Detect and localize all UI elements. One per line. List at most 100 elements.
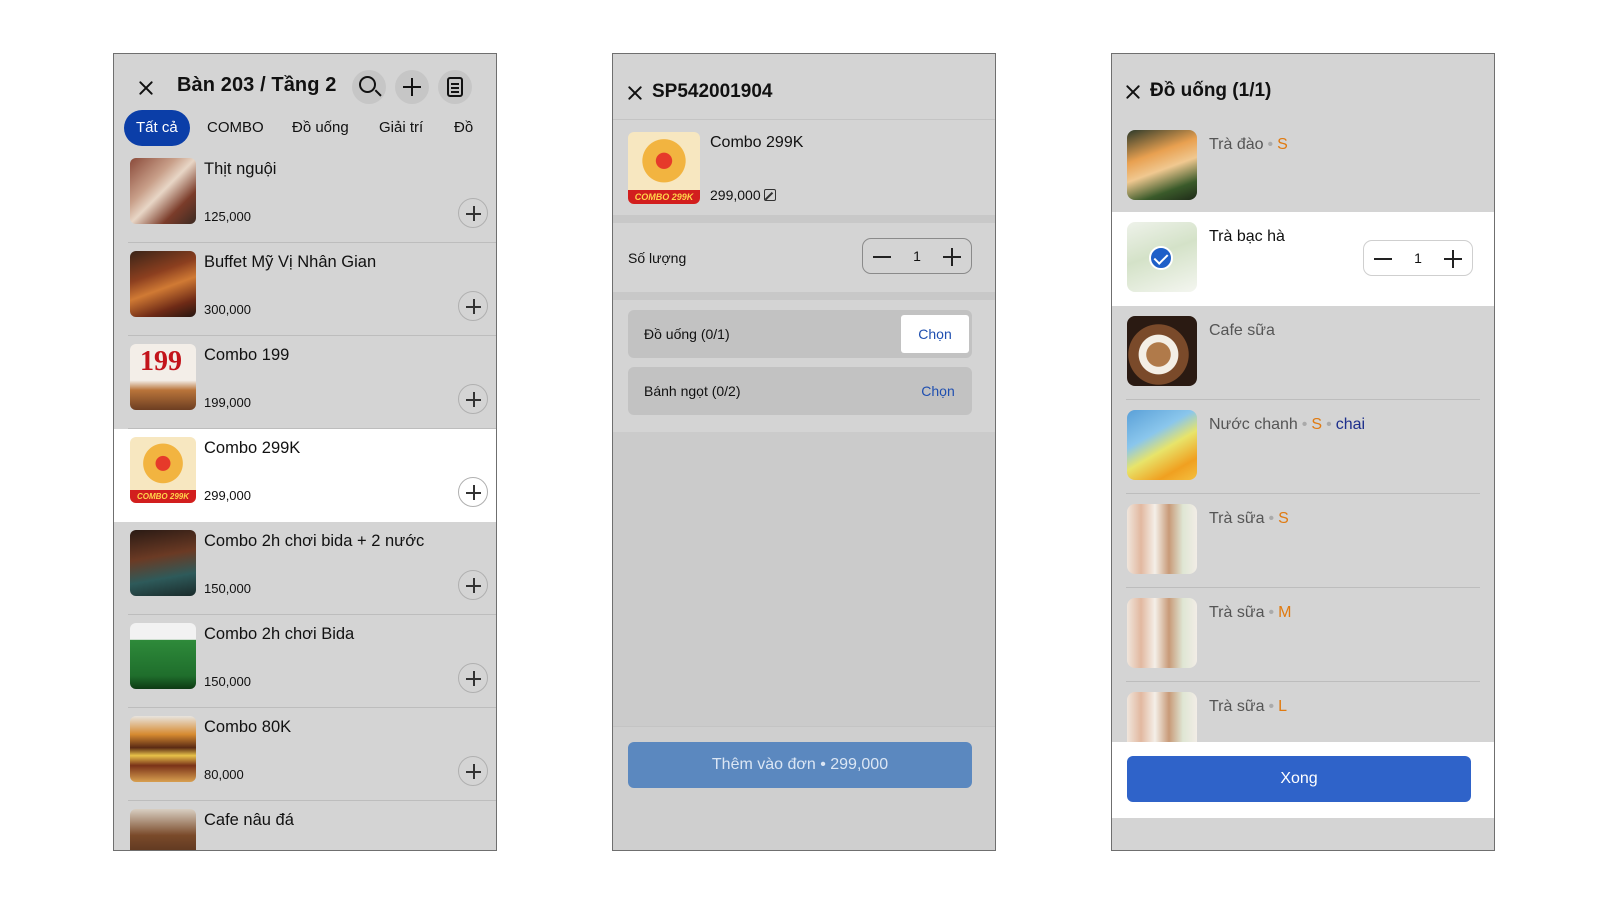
drink-label: Nước chanh • S • chai (1209, 416, 1366, 433)
product-price: 125,000 (204, 209, 251, 224)
product-image (130, 716, 196, 782)
product-price: 199,000 (204, 395, 251, 410)
footer: Xong (1112, 742, 1494, 818)
product-price: 150,000 (204, 581, 251, 596)
product-image: 199 (130, 344, 196, 410)
drink-label: Trà đào • S (1209, 136, 1288, 153)
product-list-screen: Bàn 203 / Tầng 2 Tất cả COMBO Đồ uống Gi… (113, 53, 497, 851)
product-name: Combo 80K (204, 718, 292, 736)
list-item[interactable]: Trà sữa • M (1112, 588, 1494, 682)
product-name: Combo 2h chơi bida + 2 nước (204, 532, 425, 550)
list-item[interactable]: Combo 2h chơi Bida 150,000 (114, 615, 496, 708)
list-item[interactable]: Trà đào • S (1112, 120, 1494, 214)
option-group-pastries: Bánh ngọt (0/2) Chọn (628, 367, 972, 415)
choose-button[interactable]: Chọn (904, 367, 972, 415)
list-item[interactable]: Cafe nâu đá (114, 801, 496, 850)
drink-label: Trà sữa • M (1209, 604, 1292, 621)
option-group-drinks: Đồ uống (0/1) Chọn (628, 310, 972, 358)
add-item-button[interactable] (458, 291, 488, 321)
add-item-button[interactable] (458, 477, 488, 507)
list-item[interactable]: Cafe sữa (1112, 306, 1494, 400)
list-item[interactable]: Nước chanh • S • chai (1112, 400, 1494, 494)
list-item[interactable]: Buffet Mỹ Vị Nhân Gian 300,000 (114, 243, 496, 336)
product-name: Combo 299K (204, 439, 301, 457)
product-price: 80,000 (204, 767, 244, 782)
list-item-selected[interactable]: Trà bạc hà 1 (1112, 212, 1494, 306)
close-icon[interactable] (627, 85, 643, 101)
drink-name: Trà đào (1209, 136, 1264, 153)
quantity-stepper: 1 (1363, 240, 1473, 276)
screen-header: SP542001904 (613, 54, 995, 120)
thumb-badge: COMBO 299K (130, 490, 196, 503)
close-icon[interactable] (138, 80, 154, 96)
tab-drinks[interactable]: Đồ uống (292, 110, 349, 146)
product-summary: COMBO 299K Combo 299K 299,000 (613, 121, 995, 215)
add-item-button[interactable] (458, 384, 488, 414)
checkmark-icon (1149, 246, 1173, 270)
product-name: Combo 2h chơi Bida (204, 625, 355, 643)
drink-name: Trà sữa (1209, 698, 1265, 715)
drink-size: S (1277, 136, 1288, 153)
add-to-order-button[interactable]: Thêm vào đơn • 299,000 (628, 742, 972, 788)
quantity-row: Số lượng 1 (613, 222, 995, 292)
list-item[interactable]: Trà sữa • S (1112, 494, 1494, 588)
add-item-button[interactable] (458, 663, 488, 693)
drink-image (1127, 130, 1197, 200)
tab-entertainment[interactable]: Giải trí (379, 110, 423, 146)
product-price: 299,000 (710, 187, 776, 203)
screen-header: Bàn 203 / Tầng 2 (114, 54, 496, 118)
list-item-selected[interactable]: COMBO 299K Combo 299K 299,000 (114, 429, 496, 522)
receipt-icon (447, 77, 463, 97)
option-group-label: Đồ uống (0/1) (644, 326, 730, 342)
drink-size: S (1311, 416, 1323, 433)
edit-icon[interactable] (763, 189, 776, 201)
list-item[interactable]: Thịt nguội 125,000 (114, 150, 496, 243)
list-item[interactable]: Combo 2h chơi bida + 2 nước 150,000 (114, 522, 496, 615)
category-tabs: Tất cả COMBO Đồ uống Giải trí Đồ (114, 110, 496, 148)
close-icon[interactable] (1125, 84, 1141, 100)
product-image (130, 251, 196, 317)
screen-header: Đồ uống (1/1) (1112, 54, 1494, 120)
product-price: 150,000 (204, 674, 251, 689)
thumb-badge: COMBO 299K (628, 190, 700, 204)
divider (613, 292, 995, 300)
page-title: Đồ uống (1/1) (1150, 80, 1272, 101)
quantity-stepper: 1 (862, 238, 972, 274)
tab-all[interactable]: Tất cả (124, 110, 190, 146)
product-name: Combo 299K (710, 134, 804, 151)
empty-area (613, 432, 995, 726)
page-title: SP542001904 (652, 81, 773, 102)
quantity-label: Số lượng (628, 250, 687, 266)
drink-label: Trà sữa • S (1209, 510, 1289, 527)
product-name: Cafe nâu đá (204, 811, 294, 829)
done-button[interactable]: Xong (1127, 756, 1471, 802)
add-item-button[interactable] (458, 756, 488, 786)
search-icon (359, 76, 376, 93)
product-image: COMBO 299K (628, 132, 700, 204)
order-button[interactable] (438, 70, 472, 104)
product-price: 300,000 (204, 302, 251, 317)
drink-unit: chai (1335, 416, 1366, 433)
list-item[interactable]: Combo 80K 80,000 (114, 708, 496, 801)
tab-more[interactable]: Đồ (454, 110, 473, 146)
list-item[interactable]: 199 Combo 199 199,000 (114, 336, 496, 429)
drink-size: L (1278, 698, 1287, 715)
product-image (130, 809, 196, 850)
tab-combo[interactable]: COMBO (207, 110, 264, 146)
drink-name: Trà bạc hà (1209, 228, 1285, 245)
choose-button[interactable]: Chọn (901, 315, 969, 353)
add-item-button[interactable] (458, 198, 488, 228)
product-price: 299,000 (204, 488, 251, 503)
plus-icon[interactable] (943, 248, 961, 266)
search-button[interactable] (352, 70, 386, 104)
add-item-button[interactable] (458, 570, 488, 600)
product-image (130, 623, 196, 689)
page-title: Bàn 203 / Tầng 2 (177, 74, 337, 96)
drink-name: Trà sữa (1209, 510, 1265, 527)
product-image: COMBO 299K (130, 437, 196, 503)
plus-icon[interactable] (1444, 250, 1462, 268)
drink-picker-screen: Đồ uống (1/1) Trà đào • S Trà bạc hà 1 Caf… (1111, 53, 1495, 851)
add-button[interactable] (395, 70, 429, 104)
footer: Thêm vào đơn • 299,000 (613, 726, 995, 850)
thumb-badge: 199 (140, 346, 182, 377)
